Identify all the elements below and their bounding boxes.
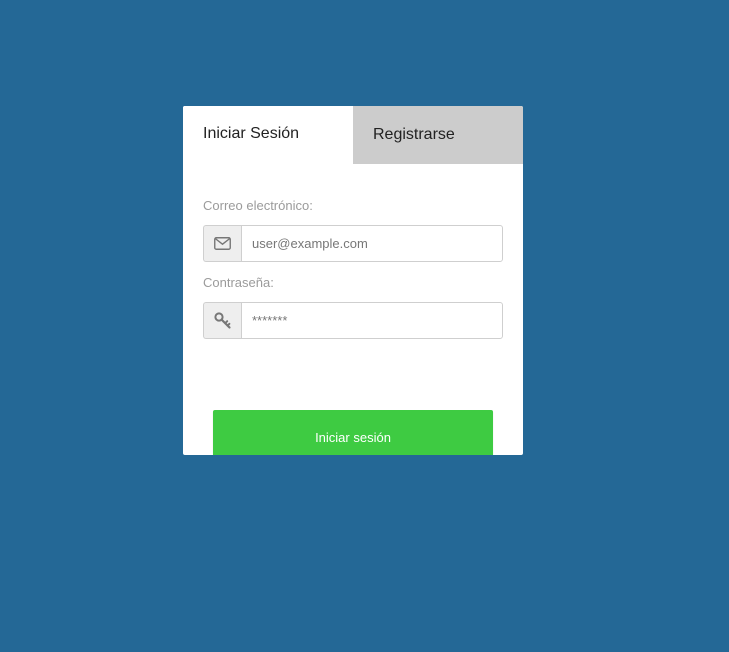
tab-login[interactable]: Iniciar Sesión (183, 106, 353, 164)
key-icon (203, 302, 241, 339)
envelope-icon (203, 225, 241, 262)
envelope-icon-graphic (214, 237, 231, 250)
key-icon-graphic (213, 311, 231, 329)
email-label: Correo electrónico: (203, 198, 313, 213)
tab-register[interactable]: Registrarse (353, 106, 523, 164)
password-label: Contraseña: (203, 275, 274, 290)
email-input-group (203, 225, 503, 262)
login-submit-button[interactable]: Iniciar sesión (213, 410, 493, 455)
tab-login-label: Iniciar Sesión (203, 125, 300, 142)
password-field[interactable] (241, 302, 503, 339)
tab-register-label: Registrarse (373, 126, 455, 143)
email-field[interactable] (241, 225, 503, 262)
login-card: Iniciar Sesión Registrarse Correo electr… (183, 106, 523, 455)
password-input-group (203, 302, 503, 339)
auth-tabs: Iniciar Sesión Registrarse (183, 106, 523, 164)
